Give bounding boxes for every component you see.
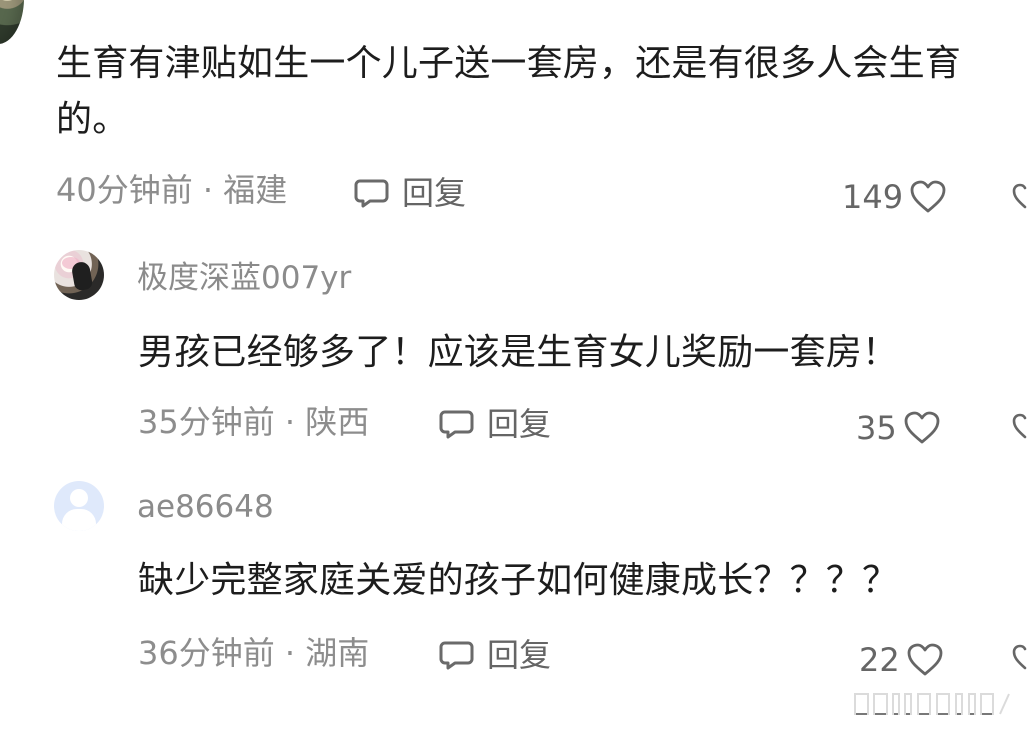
comment-icon xyxy=(354,175,392,211)
comment-meta: 35分钟前 · 陕西 xyxy=(138,403,370,441)
watermark-icon xyxy=(852,686,1012,722)
reply-button[interactable]: 回复 xyxy=(354,173,466,213)
like-button[interactable]: 22 xyxy=(859,640,944,680)
like-button[interactable]: 35 xyxy=(856,408,941,448)
comment-meta: 40分钟前 · 福建 xyxy=(56,171,288,209)
comment-text: 生育有津贴如生一个儿子送一套房，还是有很多人会生育的。 xyxy=(56,43,962,140)
reply-label: 回复 xyxy=(402,174,467,212)
comment-text: 男孩已经够多了！应该是生育女儿奖励一套房！ xyxy=(138,332,899,373)
comment-thread-screen: 生育有津贴如生一个儿子送一套房，还是有很多人会生育的。 40分钟前 · 福建 回… xyxy=(0,0,1035,735)
cut-off-avatar xyxy=(0,0,24,44)
like-button[interactable]: 149 xyxy=(842,177,947,217)
comment-icon xyxy=(439,406,477,442)
username[interactable]: ae86648 xyxy=(137,487,274,527)
heart-icon xyxy=(909,180,947,214)
cut-off-mark-icon xyxy=(250,0,272,4)
reply-label: 回复 xyxy=(487,636,552,674)
comment-meta: 36分钟前 · 湖南 xyxy=(138,634,370,672)
reply-button[interactable]: 回复 xyxy=(439,404,551,444)
heart-icon xyxy=(903,411,941,445)
reply-label: 回复 xyxy=(487,405,552,443)
comment-text: 缺少完整家庭关爱的孩子如何健康成长？？？？ xyxy=(138,560,899,601)
avatar[interactable] xyxy=(54,250,104,300)
reply-button[interactable]: 回复 xyxy=(439,635,551,675)
heart-icon xyxy=(906,643,944,677)
like-count: 149 xyxy=(842,178,904,216)
username[interactable]: 极度深蓝007yr xyxy=(137,258,351,298)
like-count: 22 xyxy=(859,641,900,679)
more-heart-icon xyxy=(1011,643,1035,671)
more-heart-icon xyxy=(1011,412,1035,440)
like-count: 35 xyxy=(856,409,897,447)
more-heart-icon xyxy=(1011,182,1035,210)
comment-icon xyxy=(439,637,477,673)
avatar[interactable] xyxy=(54,481,104,531)
